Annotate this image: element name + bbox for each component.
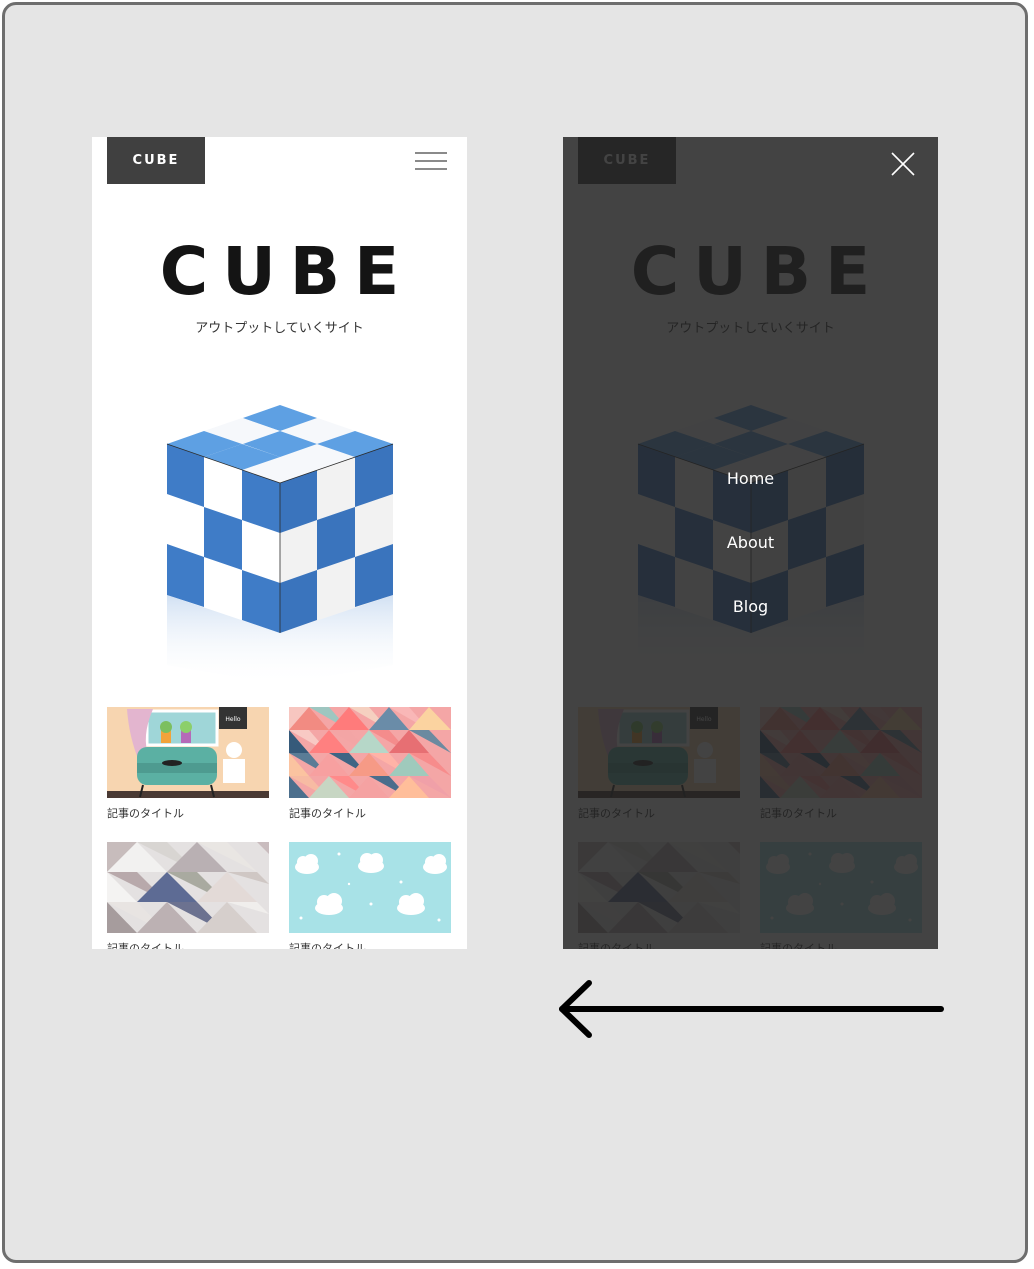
close-icon[interactable] bbox=[890, 151, 916, 177]
menu-item-home[interactable]: Home bbox=[563, 467, 938, 531]
article-thumbnail bbox=[289, 707, 451, 798]
article-title: 記事のタイトル bbox=[107, 807, 184, 820]
article-card[interactable]: 記事のタイトル bbox=[107, 842, 269, 949]
article-title: 記事のタイトル bbox=[107, 942, 184, 949]
article-title: 記事のタイトル bbox=[289, 807, 366, 820]
article-card[interactable]: 記事のタイトル bbox=[107, 707, 269, 821]
nav-menu: Home About Blog bbox=[563, 467, 938, 659]
menu-item-about[interactable]: About bbox=[563, 531, 938, 595]
menu-item-blog[interactable]: Blog bbox=[563, 595, 938, 659]
article-thumbnail bbox=[289, 842, 451, 933]
phone-screen-default: CUBE CUBE アウトプットしていくサイト 記事のタイトル 記事のタイトル … bbox=[92, 137, 467, 949]
article-card[interactable]: 記事のタイトル bbox=[289, 707, 451, 821]
hamburger-icon[interactable] bbox=[415, 150, 447, 172]
article-title: 記事のタイトル bbox=[289, 942, 366, 949]
hero-title: CUBE bbox=[159, 233, 414, 310]
arrow-left-icon bbox=[559, 980, 944, 1038]
rubiks-cube-image bbox=[164, 405, 396, 685]
article-thumbnail bbox=[107, 707, 269, 798]
site-logo[interactable]: CUBE bbox=[107, 137, 205, 184]
phone-screen-menu-open: CUBE CUBE アウトプットしていくサイト 記事のタイトル 記事のタイトル … bbox=[563, 137, 938, 949]
article-card[interactable]: 記事のタイトル bbox=[289, 842, 451, 949]
article-thumbnail bbox=[107, 842, 269, 933]
hero-subtitle: アウトプットしていくサイト bbox=[195, 321, 364, 336]
